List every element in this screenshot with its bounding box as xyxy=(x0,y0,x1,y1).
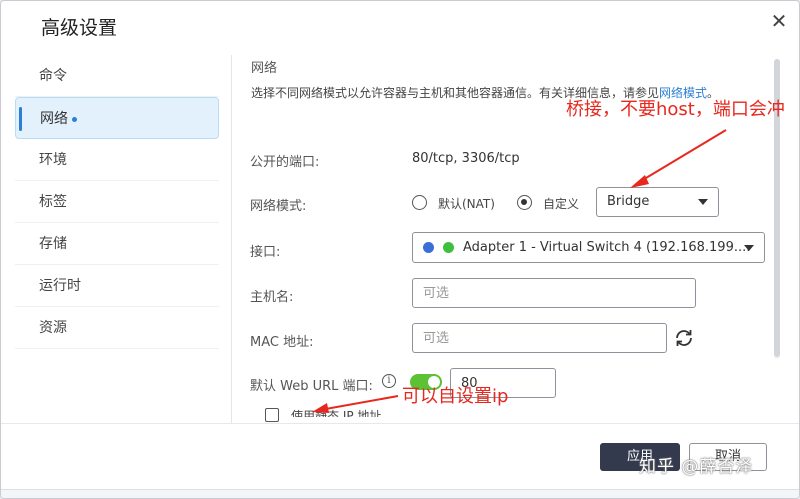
mode-custom-label: 自定义 xyxy=(543,197,580,211)
panel-divider xyxy=(231,55,232,423)
static-ip-checkbox[interactable] xyxy=(265,408,279,422)
sidebar-item-label: 资源 xyxy=(39,320,67,336)
dialog-title: 高级设置 xyxy=(41,17,118,39)
sidebar-item-labels[interactable]: 标签 xyxy=(15,181,219,223)
public-ports-value: 80/tcp, 3306/tcp xyxy=(412,151,520,166)
mode-default-radio[interactable] xyxy=(412,195,427,210)
public-ports-label: 公开的端口: xyxy=(250,155,320,170)
sidebar-item-command[interactable]: 命令 xyxy=(15,55,219,97)
mode-custom-radio[interactable] xyxy=(517,195,532,210)
interface-select-value: Adapter 1 - Virtual Switch 4 (192.168.19… xyxy=(463,240,751,255)
mode-default-label: 默认(NAT) xyxy=(438,197,495,211)
network-mode-select[interactable]: Bridge xyxy=(596,187,719,217)
footer-divider xyxy=(1,423,799,424)
sidebar-item-label: 存储 xyxy=(39,236,67,252)
interface-select[interactable]: Adapter 1 - Virtual Switch 4 (192.168.19… xyxy=(412,232,765,263)
network-mode-label: 网络模式: xyxy=(250,199,307,214)
mac-input[interactable] xyxy=(412,323,667,353)
section-title: 网络 xyxy=(251,61,278,76)
mac-label: MAC 地址: xyxy=(250,335,314,350)
hostname-input[interactable] xyxy=(412,278,696,308)
sidebar-item-label: 网络 xyxy=(40,111,68,127)
network-mode-select-value: Bridge xyxy=(607,194,650,209)
sidebar-item-resources[interactable]: 资源 xyxy=(15,307,219,349)
background-window-strip xyxy=(1,489,799,498)
sidebar-item-label: 命令 xyxy=(39,68,67,84)
sidebar-item-storage[interactable]: 存储 xyxy=(15,223,219,265)
modified-dot-icon xyxy=(72,116,77,122)
close-icon[interactable]: ✕ xyxy=(769,11,789,31)
link-status-icon xyxy=(443,242,454,253)
info-icon[interactable]: i xyxy=(382,374,396,388)
hostname-label: 主机名: xyxy=(250,290,294,305)
watermark: 知乎 @薛否泽 xyxy=(639,457,754,477)
settings-sidebar: 命令 网络 环境 标签 存储 运行时 资源 xyxy=(15,55,219,349)
web-url-port-label: 默认 Web URL 端口: xyxy=(250,379,373,394)
annotation-note-ip: 可以自设置ip xyxy=(402,386,509,407)
adapter-icon xyxy=(423,242,434,253)
chevron-down-icon xyxy=(698,199,708,205)
refresh-icon[interactable] xyxy=(673,327,695,349)
sidebar-item-label: 标签 xyxy=(39,194,67,210)
sidebar-item-runtime[interactable]: 运行时 xyxy=(15,265,219,307)
sidebar-item-label: 运行时 xyxy=(39,278,81,294)
advanced-settings-dialog: 高级设置 ✕ 命令 网络 环境 标签 存储 运行时 资源 网络 选择不同网络模式… xyxy=(0,0,800,499)
sidebar-item-environment[interactable]: 环境 xyxy=(15,139,219,181)
sidebar-item-label: 环境 xyxy=(39,152,67,168)
static-ip-label: 使用静态 IP 地址 xyxy=(291,409,382,417)
chevron-down-icon xyxy=(744,244,754,251)
interface-label: 接口: xyxy=(250,245,281,260)
sidebar-item-network[interactable]: 网络 xyxy=(15,97,219,139)
annotation-note-bridge: 桥接，不要host，端口会冲 xyxy=(566,99,785,120)
